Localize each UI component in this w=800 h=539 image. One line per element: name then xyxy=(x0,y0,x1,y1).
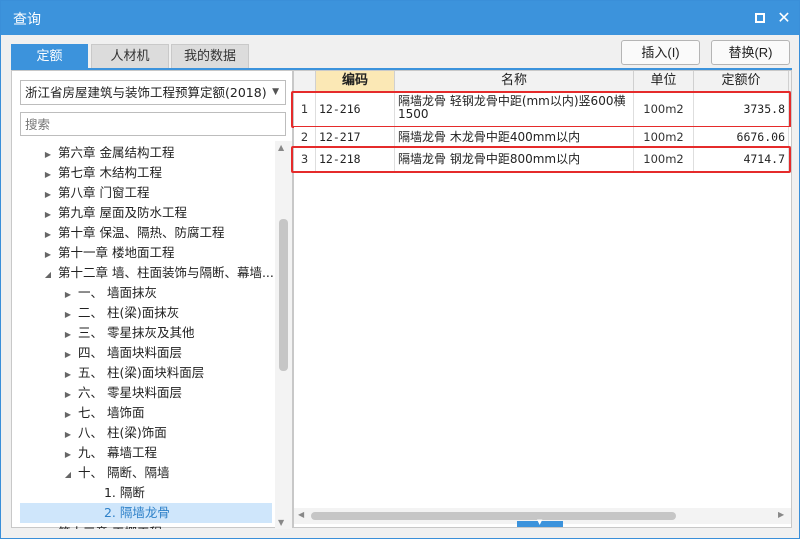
tree-node-label: 1. 隔断 xyxy=(103,485,145,500)
tree-node[interactable]: ▶ 第六章 金属结构工程 xyxy=(42,143,175,165)
tree-node-label: 第十章 保温、隔热、防腐工程 xyxy=(57,225,225,240)
tree-node-label: 2. 隔墙龙骨 xyxy=(103,505,170,520)
expand-icon[interactable]: ▶ xyxy=(42,225,54,245)
chevron-down-icon[interactable]: ▼ xyxy=(272,81,279,104)
highlight-box xyxy=(291,146,791,173)
category-panel: 浙江省房屋建筑与装饰工程预算定额(2018) ▼ ▶ 第六章 金属结构工程▶ 第… xyxy=(11,70,293,529)
panel-splitter[interactable]: ▼ xyxy=(517,518,563,527)
tree-node[interactable]: ▶ 六、 零星块料面层 xyxy=(62,383,182,403)
tree-node-label: 一、 墙面抹灰 xyxy=(77,285,157,300)
tab-quota[interactable]: 定额 xyxy=(11,44,88,69)
tree-node[interactable]: ▶ 第十章 保温、隔热、防腐工程 xyxy=(42,223,225,245)
row-number-header xyxy=(294,71,316,91)
tree-node[interactable]: ▶ 五、 柱(梁)面块料面层 xyxy=(62,363,204,383)
code-column-header[interactable]: 编码 xyxy=(316,71,395,91)
expand-icon[interactable]: ▶ xyxy=(62,385,74,405)
tree-node[interactable]: ▶ 八、 柱(梁)饰面 xyxy=(62,423,167,443)
tree-scrollbar[interactable]: ▲ ▼ xyxy=(275,141,292,529)
tree-node-label: 第十二章 墙、柱面装饰与隔断、幕墙... xyxy=(57,265,274,280)
price-column-header[interactable]: 定额价 xyxy=(694,71,789,91)
name-cell[interactable]: 隔墙龙骨 木龙骨中距400mm以内 xyxy=(395,127,634,146)
tree-node[interactable]: ◢ 第十二章 墙、柱面装饰与隔断、幕墙... xyxy=(42,263,274,283)
tree-node-label: 第十三章 天棚工程 xyxy=(58,525,162,529)
expand-icon[interactable]: ▶ xyxy=(62,345,74,365)
table-row[interactable]: 2 12-217 隔墙龙骨 木龙骨中距400mm以内 100m2 6676.06 xyxy=(294,127,791,147)
collapse-icon[interactable]: ◢ xyxy=(62,465,74,485)
tree-node-label: 九、 幕墙工程 xyxy=(77,445,157,460)
tree-node[interactable]: ▶ 第九章 屋面及防水工程 xyxy=(42,203,187,223)
expand-icon[interactable]: ▶ xyxy=(42,525,54,529)
scroll-down-icon[interactable]: ▼ xyxy=(278,518,284,527)
scroll-left-icon[interactable]: ◀ xyxy=(298,510,304,519)
tab-my-data[interactable]: 我的数据 xyxy=(171,44,249,69)
unit-column-header[interactable]: 单位 xyxy=(634,71,694,91)
expand-icon[interactable]: ▶ xyxy=(62,425,74,445)
collapse-icon[interactable]: ◢ xyxy=(42,265,54,285)
quota-library-value: 浙江省房屋建筑与装饰工程预算定额(2018) xyxy=(25,85,267,100)
scroll-up-icon[interactable]: ▲ xyxy=(278,143,284,152)
expand-icon[interactable]: ▶ xyxy=(42,205,54,225)
scroll-right-icon[interactable]: ▶ xyxy=(778,510,784,519)
highlight-box xyxy=(291,91,791,128)
expand-icon[interactable]: ▶ xyxy=(62,365,74,385)
tree-node-label: 第十一章 楼地面工程 xyxy=(57,245,175,260)
tree-node-label: 十、 隔断、隔墙 xyxy=(77,465,170,480)
maximize-icon[interactable] xyxy=(751,9,769,27)
expand-icon[interactable]: ▶ xyxy=(42,165,54,185)
tree-node[interactable]: ▶ 一、 墙面抹灰 xyxy=(62,283,157,303)
row-number[interactable]: 2 xyxy=(294,127,316,146)
expand-icon[interactable]: ▶ xyxy=(42,185,54,205)
unit-cell[interactable]: 100m2 xyxy=(634,127,694,146)
tree-node-label: 第六章 金属结构工程 xyxy=(57,145,175,160)
tree-node[interactable]: ▶ 九、 幕墙工程 xyxy=(62,443,157,463)
quota-library-select[interactable]: 浙江省房屋建筑与装饰工程预算定额(2018) ▼ xyxy=(20,80,286,105)
tab-labor-material-machine[interactable]: 人材机 xyxy=(91,44,169,69)
window-title: 查询 xyxy=(13,12,41,28)
tree-node[interactable]: ▶ 七、 墙饰面 xyxy=(62,403,145,425)
expand-icon[interactable]: ▶ xyxy=(62,285,74,305)
tree-node[interactable]: ▶ 二、 柱(梁)面抹灰 xyxy=(62,303,179,323)
tree-node-label: 三、 零星抹灰及其他 xyxy=(77,325,195,340)
insert-button[interactable]: 插入(I) xyxy=(621,40,700,65)
tree-node[interactable]: ▶ 第十一章 楼地面工程 xyxy=(42,243,175,265)
query-window: 查询 ✕ 定额 人材机 我的数据 插入(I) 替换(R) 浙江省房屋建筑与装饰工… xyxy=(0,0,800,539)
tree-node-label: 八、 柱(梁)饰面 xyxy=(77,425,167,440)
tree-node[interactable]: ◢ 十、 隔断、隔墙 xyxy=(62,463,170,485)
scrollbar-thumb[interactable] xyxy=(279,219,288,371)
tree-node[interactable]: ▶ 四、 墙面块料面层 xyxy=(62,343,182,363)
tree-node-label: 第七章 木结构工程 xyxy=(57,165,162,180)
category-tree: ▶ 第六章 金属结构工程 ▶ 第七章 木结构工程 ▶ 第八章 门窗工程 ▶ 第九章 屋… xyxy=(12,141,274,529)
close-icon[interactable]: ✕ xyxy=(775,9,793,27)
quota-grid: 编码 名称 单位 定额价 1 12-216 隔墙龙骨 轻钢龙骨中距(mm以内)竖60… xyxy=(291,70,792,528)
tree-node[interactable]: ▶ 第七章 木结构工程 xyxy=(42,163,162,183)
replace-button[interactable]: 替换(R) xyxy=(711,40,790,65)
expand-icon[interactable]: ▶ xyxy=(42,145,54,165)
scrollbar-thumb[interactable] xyxy=(311,512,676,520)
tree-node[interactable]: ▶ 三、 零星抹灰及其他 xyxy=(62,323,195,345)
expand-icon[interactable]: ▶ xyxy=(62,445,74,465)
grid-header: 编码 名称 单位 定额价 xyxy=(294,71,791,92)
name-column-header[interactable]: 名称 xyxy=(395,71,634,91)
tree-node-label: 七、 墙饰面 xyxy=(77,405,145,420)
code-cell[interactable]: 12-217 xyxy=(316,127,395,146)
price-cell[interactable]: 6676.06 xyxy=(694,127,789,146)
tree-node-label: 第八章 门窗工程 xyxy=(57,185,150,200)
expand-icon[interactable]: ▶ xyxy=(62,405,74,425)
tree-node-label: 六、 零星块料面层 xyxy=(77,385,182,400)
expand-icon[interactable]: ▶ xyxy=(62,305,74,325)
tree-node-label: 四、 墙面块料面层 xyxy=(77,345,182,360)
tree-node[interactable]: ▶ 第八章 门窗工程 xyxy=(42,183,150,205)
tree-node-label: 第九章 屋面及防水工程 xyxy=(57,205,187,220)
tree-node[interactable]: ▶ 第十三章 天棚工程 xyxy=(42,523,162,529)
expand-icon[interactable]: ▶ xyxy=(62,325,74,345)
search-input[interactable] xyxy=(20,112,286,136)
tree-node-label: 五、 柱(梁)面块料面层 xyxy=(77,365,205,380)
tree-node-label: 二、 柱(梁)面抹灰 xyxy=(77,305,180,320)
tree-node[interactable]: 1. 隔断 xyxy=(88,483,145,503)
title-bar[interactable]: 查询 ✕ xyxy=(1,1,799,35)
tree-node[interactable]: 2. 隔墙龙骨 xyxy=(20,503,272,523)
expand-icon[interactable]: ▶ xyxy=(42,245,54,265)
